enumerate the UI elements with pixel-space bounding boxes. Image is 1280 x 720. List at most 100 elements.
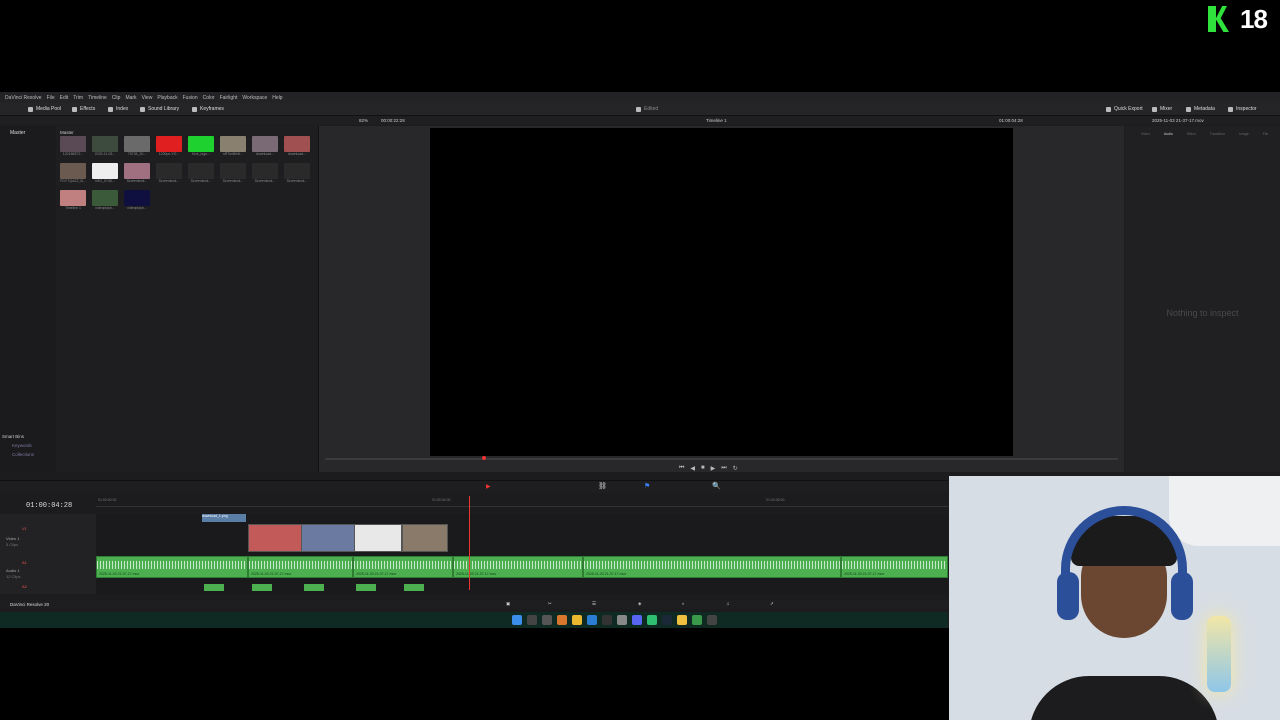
menu-item-fusion[interactable]: Fusion	[183, 95, 198, 101]
media-thumbnail[interactable]: download...	[284, 136, 310, 160]
quick-export-button[interactable]: Quick Export	[1106, 106, 1143, 112]
index-button[interactable]: Index	[108, 106, 128, 112]
master-bin[interactable]: Master	[10, 130, 25, 136]
tab-effect[interactable]: Effect	[1187, 132, 1196, 136]
media-thumbnail[interactable]: sRTwrBrhll...	[220, 136, 246, 160]
media-thumbnail[interactable]: Screenshot...	[124, 163, 150, 187]
media-thumbnail[interactable]: Screenshot...	[252, 163, 278, 187]
fusion-page-icon[interactable]: ◈	[638, 601, 641, 607]
smart-bin-collections[interactable]: Collections	[12, 452, 34, 457]
color-page-icon[interactable]: ◐	[682, 601, 685, 606]
jump-start-icon[interactable]: ⏮	[679, 465, 684, 472]
app-icon[interactable]	[647, 615, 657, 625]
media-thumbnail[interactable]: download...	[252, 136, 278, 160]
timeline-playhead[interactable]	[469, 496, 470, 590]
play-icon[interactable]: ▶	[711, 465, 716, 472]
a2-clip[interactable]	[252, 584, 272, 591]
jump-end-icon[interactable]: ⏭	[721, 465, 726, 472]
audio-clip[interactable]: 2025-11-03 21-37-17.mov	[96, 556, 248, 578]
inspector-button[interactable]: Inspector	[1228, 106, 1257, 112]
app-icon[interactable]	[602, 615, 612, 625]
flag-icon[interactable]: ⚑	[644, 482, 650, 490]
media-thumbnail[interactable]: IMG_0748...	[92, 163, 118, 187]
start-icon[interactable]	[512, 615, 522, 625]
stop-icon[interactable]: ■	[701, 465, 705, 471]
media-thumbnail[interactable]: videoplayb...	[92, 190, 118, 214]
deliver-page-icon[interactable]: ➚	[770, 601, 774, 607]
a2-clip[interactable]	[404, 584, 424, 591]
viewer-playhead[interactable]	[482, 456, 486, 460]
link-icon[interactable]: ⛓	[598, 482, 607, 490]
media-thumbnail[interactable]: videoplayb...	[124, 190, 150, 214]
vscode-icon[interactable]	[587, 615, 597, 625]
media-thumbnail[interactable]: 75728_20...	[124, 136, 150, 160]
title-clip[interactable]: download_1.png	[202, 514, 246, 522]
menu-item-trim[interactable]: Trim	[73, 95, 83, 101]
menu-item-view[interactable]: View	[142, 95, 153, 101]
audio-clip[interactable]: 2025-11-03 21-37-17.mov	[248, 556, 353, 578]
sound-library-button[interactable]: Sound Library	[140, 106, 179, 112]
step-back-icon[interactable]: ◀	[690, 465, 695, 472]
zoom-icon[interactable]: 🔍	[712, 482, 721, 490]
a2-clip[interactable]	[204, 584, 224, 591]
smart-bin-keywords[interactable]: Keywords	[12, 443, 34, 448]
media-pool-button[interactable]: Media Pool	[28, 106, 61, 112]
menu-item-mark[interactable]: Mark	[125, 95, 136, 101]
effects-button[interactable]: Effects	[72, 106, 95, 112]
tab-file[interactable]: File	[1263, 132, 1269, 136]
metadata-button[interactable]: Metadata	[1186, 106, 1215, 112]
media-thumbnail[interactable]: Screenshot...	[220, 163, 246, 187]
video-clip[interactable]	[248, 524, 302, 552]
app-icon[interactable]	[557, 615, 567, 625]
timeline-tracks[interactable]: download_1.png 2025-11-03 21-37-17.mov 20…	[96, 514, 948, 594]
tab-image[interactable]: Image	[1239, 132, 1249, 136]
media-thumbnail[interactable]: Screenshot...	[284, 163, 310, 187]
selection-tool-icon[interactable]: ▶	[486, 483, 491, 490]
tab-audio[interactable]: Audio	[1164, 132, 1173, 136]
a2-clip[interactable]	[356, 584, 376, 591]
tab-video[interactable]: Video	[1141, 132, 1150, 136]
menu-item-edit[interactable]: Edit	[60, 95, 69, 101]
media-thumbnail[interactable]: 2025-11-03...	[92, 136, 118, 160]
media-thumbnail[interactable]: Kick_logo...	[188, 136, 214, 160]
menu-item-file[interactable]: File	[47, 95, 55, 101]
media-thumbnail[interactable]: 120186572...	[60, 136, 86, 160]
media-thumbnail[interactable]: Screenshot...	[188, 163, 214, 187]
viewer-scrubber[interactable]	[325, 458, 1118, 460]
steam-icon[interactable]	[662, 615, 672, 625]
audio-clip[interactable]: 2025-11-03 21-37-17.mov	[453, 556, 583, 578]
edit-page-icon[interactable]: ☰	[592, 601, 596, 607]
video-clip[interactable]	[354, 524, 402, 552]
cut-page-icon[interactable]: ✂	[548, 601, 552, 607]
zoom-level[interactable]: 82%	[359, 118, 368, 123]
settings-icon[interactable]	[707, 615, 717, 625]
media-thumbnail[interactable]: FDYTQAZ2_B...	[60, 163, 86, 187]
media-thumbnail[interactable]: Screenshot...	[156, 163, 182, 187]
media-page-icon[interactable]: ▣	[506, 601, 510, 607]
app-icon[interactable]	[617, 615, 627, 625]
mixer-button[interactable]: Mixer	[1152, 106, 1172, 112]
file-explorer-icon[interactable]	[572, 615, 582, 625]
a2-clip[interactable]	[304, 584, 324, 591]
menu-item-clip[interactable]: Clip	[112, 95, 121, 101]
menu-item-app[interactable]: DaVinci Resolve	[5, 95, 42, 101]
audio-clip[interactable]: 2025-11-03 21-37-17.mov	[841, 556, 948, 578]
timeline-selector[interactable]: Timeline 1	[706, 118, 727, 123]
fairlight-page-icon[interactable]: ♫	[726, 601, 729, 606]
folder-icon[interactable]	[677, 615, 687, 625]
menu-item-workspace[interactable]: Workspace	[242, 95, 267, 101]
viewer-screen[interactable]	[430, 128, 1013, 456]
tab-transition[interactable]: Transition	[1210, 132, 1225, 136]
audio-clip[interactable]: 2025-11-03 21-37-17.mov	[583, 556, 841, 578]
menu-item-timeline[interactable]: Timeline	[88, 95, 107, 101]
timeline-ruler[interactable]: 01:00:00:02 01:00:04:00 01:00:08:00	[96, 498, 948, 507]
media-thumbnail[interactable]: 1200px-YO...	[156, 136, 182, 160]
menu-item-playback[interactable]: Playback	[157, 95, 177, 101]
menu-item-fairlight[interactable]: Fairlight	[220, 95, 238, 101]
chrome-icon[interactable]	[692, 615, 702, 625]
audio-clip[interactable]: 2025-11-03 21-37-17.mov	[353, 556, 453, 578]
search-icon[interactable]	[527, 615, 537, 625]
media-thumbnail[interactable]: Timeline 1	[60, 190, 86, 214]
video-clip[interactable]	[301, 524, 355, 552]
loop-icon[interactable]: ↻	[733, 465, 738, 472]
